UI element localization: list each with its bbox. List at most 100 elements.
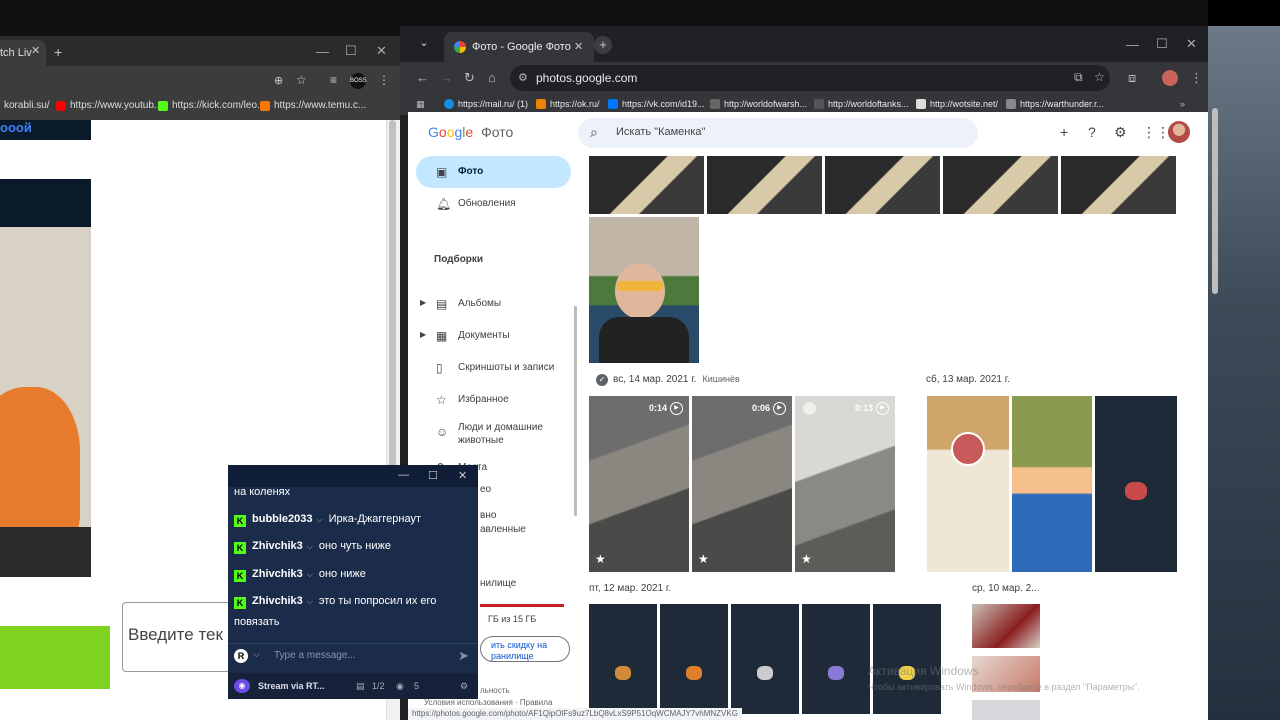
bookmark-item[interactable]: https://www.temu.c...: [260, 100, 366, 111]
screenshot-thumbnail[interactable]: [1095, 396, 1177, 572]
settings-icon[interactable]: ⚙: [460, 681, 468, 692]
sidebar-item-partial[interactable]: авленные: [480, 524, 526, 535]
profile-avatar[interactable]: [1162, 70, 1178, 86]
screenshot-thumbnail[interactable]: [660, 604, 728, 714]
sidebar-item-photos[interactable]: ▣ Фото: [416, 156, 571, 188]
video-thumbnail[interactable]: 0:14 ▶ ★: [589, 396, 689, 572]
search-bar[interactable]: ⌕ Искать "Каменка": [578, 118, 978, 148]
star-icon[interactable]: ☆: [1094, 70, 1105, 84]
new-tab-icon[interactable]: +: [54, 44, 62, 60]
photo-thumbnail[interactable]: [589, 217, 699, 363]
star-icon[interactable]: ★: [698, 552, 709, 566]
maximize-icon[interactable]: ☐: [428, 469, 438, 482]
help-icon[interactable]: ?: [1088, 124, 1096, 140]
sidebar-item-updates[interactable]: 🔔︎ Обновления: [416, 188, 571, 220]
photo-thumbnail[interactable]: [589, 156, 704, 214]
photo-thumbnail[interactable]: [825, 156, 940, 214]
bookmark-item[interactable]: http://worldofwarsh...: [710, 99, 807, 109]
chat-username[interactable]: Zhivchik3: [252, 568, 303, 580]
close-icon[interactable]: ✕: [458, 469, 467, 482]
screenshot-thumbnail[interactable]: [802, 604, 870, 714]
chevron-down-icon[interactable]: ⌵: [307, 570, 313, 579]
screenshot-thumbnail[interactable]: [589, 604, 657, 714]
date-header[interactable]: сб, 13 мар. 2021 г.: [926, 374, 1010, 385]
chevron-down-icon[interactable]: ⌵: [307, 542, 313, 551]
photo-thumbnail[interactable]: [972, 604, 1040, 648]
chat-username[interactable]: Zhivchik3: [252, 540, 303, 552]
bookmark-item[interactable]: korabli.su/: [4, 100, 50, 111]
footer-privacy[interactable]: льность: [480, 686, 510, 695]
google-photos-logo[interactable]: Google Фото: [428, 124, 513, 140]
more-bookmarks-icon[interactable]: »: [1180, 99, 1185, 109]
date-header[interactable]: ср, 10 мар. 2...: [972, 583, 1039, 594]
media-icon[interactable]: ≡: [330, 73, 337, 87]
reload-icon[interactable]: ↻: [464, 70, 475, 86]
new-tab-icon[interactable]: +: [594, 36, 612, 54]
back-icon[interactable]: ←: [416, 70, 429, 85]
minimize-icon[interactable]: —: [1126, 37, 1139, 52]
chevron-down-icon[interactable]: ⌄: [414, 36, 434, 54]
chevron-right-icon[interactable]: ▶: [420, 330, 426, 339]
sidebar-item-favorites[interactable]: ☆ Избранное: [416, 384, 571, 416]
avatar[interactable]: [1168, 121, 1190, 143]
minimize-icon[interactable]: —: [398, 469, 409, 481]
menu-icon[interactable]: ⋮: [1190, 70, 1203, 86]
bookmark-item[interactable]: https://ok.ru/: [536, 99, 600, 109]
footer-links[interactable]: Условия использования · Правила: [424, 698, 552, 707]
sidebar-item-documents[interactable]: ▶ ▦ Документы: [416, 320, 571, 352]
chat-username[interactable]: Zhivchik3: [252, 595, 303, 607]
photo-thumbnail[interactable]: [943, 156, 1058, 214]
video-thumbnail[interactable]: 0:13 ▶ ★: [795, 396, 895, 572]
tab-google-photos[interactable]: Фото - Google Фото ✕: [444, 32, 594, 62]
bookmark-item[interactable]: https://kick.com/leo...: [158, 100, 265, 111]
sidebar-item-partial[interactable]: вно: [480, 510, 496, 521]
address-bar[interactable]: ⚙ photos.google.com ⧉ ☆: [510, 65, 1110, 91]
bookmark-item[interactable]: http://worldoftanks...: [814, 99, 909, 109]
chat-username[interactable]: bubble2033: [252, 513, 313, 525]
sidebar-scrollbar[interactable]: [574, 306, 577, 516]
install-icon[interactable]: ⧉: [1074, 70, 1083, 85]
star-icon[interactable]: ★: [801, 552, 812, 566]
check-icon[interactable]: ✓: [596, 374, 608, 386]
home-icon[interactable]: ⌂: [488, 70, 496, 85]
select-icon[interactable]: [803, 402, 816, 415]
chevron-down-icon[interactable]: ⌵: [317, 515, 323, 524]
stream-video[interactable]: [0, 227, 91, 577]
storage-discount-button[interactable]: ить скидку на ранилище: [480, 636, 570, 662]
sidebar-item-people[interactable]: ☺ Люди и домашние животные: [416, 416, 571, 456]
screenshot-thumbnail[interactable]: [927, 396, 1009, 572]
send-button[interactable]: [0, 626, 110, 689]
apps-grid-icon[interactable]: ⋮⋮: [1142, 124, 1170, 141]
maximize-icon[interactable]: ☐: [1156, 36, 1168, 52]
extension-icon[interactable]: BOSS: [350, 73, 367, 89]
bookmark-item[interactable]: https://warthunder.r...: [1006, 99, 1104, 109]
bookmark-item[interactable]: http://wotsite.net/: [916, 99, 998, 109]
bookmark-item[interactable]: https://mail.ru/ (1): [444, 99, 528, 109]
date-header[interactable]: ✓ вс, 14 мар. 2021 г. Кишинёв: [596, 374, 740, 386]
star-icon[interactable]: ★: [595, 552, 606, 566]
minimize-icon[interactable]: —: [316, 44, 329, 59]
message-input[interactable]: Type a message...: [274, 650, 356, 661]
send-icon[interactable]: ➤: [458, 648, 469, 664]
platform-icon[interactable]: R: [234, 649, 248, 663]
sidebar-item-partial[interactable]: ео: [480, 484, 491, 495]
extensions-icon[interactable]: ⧈: [1128, 70, 1136, 86]
close-window-icon[interactable]: ✕: [376, 43, 387, 59]
photo-thumbnail[interactable]: [707, 156, 822, 214]
sidebar-item-storage[interactable]: нилище: [480, 578, 516, 589]
text-input[interactable]: Введите тек: [122, 602, 242, 672]
photo-thumbnail[interactable]: [1061, 156, 1176, 214]
settings-icon[interactable]: ⚙: [1114, 124, 1127, 141]
scrollbar-thumb[interactable]: [389, 120, 396, 500]
zoom-icon[interactable]: ⊕: [274, 74, 283, 87]
sidebar-item-albums[interactable]: ▶ ▤ Альбомы: [416, 288, 571, 320]
screenshot-thumbnail[interactable]: [731, 604, 799, 714]
maximize-icon[interactable]: ☐: [345, 43, 357, 59]
chevron-down-icon[interactable]: ⌵: [307, 597, 313, 606]
close-icon[interactable]: ✕: [574, 40, 583, 53]
chevron-right-icon[interactable]: ▶: [420, 298, 426, 307]
menu-icon[interactable]: ⋮: [378, 73, 390, 87]
forward-icon[interactable]: →: [440, 70, 453, 85]
star-icon[interactable]: ☆: [296, 73, 307, 87]
search-icon[interactable]: ⌕: [590, 124, 598, 141]
